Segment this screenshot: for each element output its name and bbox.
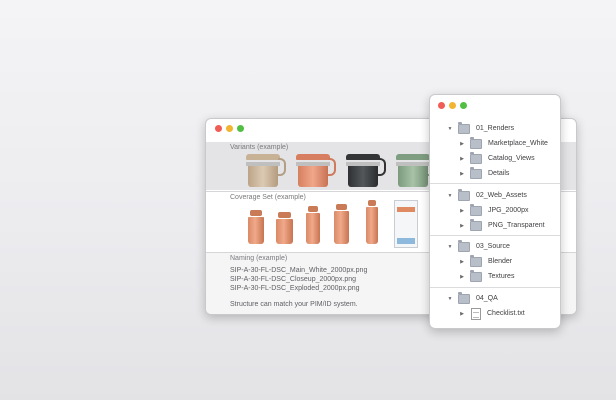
filename-item: SIP-A-30-FL-DSC_Main_White_2000px.png [230, 267, 368, 274]
chevron-right-icon[interactable]: ▶ [458, 156, 466, 162]
folder-icon [470, 166, 482, 179]
chevron-right-icon[interactable]: ▶ [458, 223, 466, 229]
folder-icon [458, 291, 470, 304]
coverage-image-exploded [366, 200, 378, 244]
file-checklist[interactable]: ▶ Checklist.txt [458, 307, 525, 320]
chevron-down-icon[interactable]: ▼ [446, 296, 454, 302]
folder-icon [470, 136, 482, 149]
chevron-down-icon[interactable]: ▼ [446, 193, 454, 199]
folder-label: JPG_2000px [488, 207, 529, 214]
folder-icon [458, 188, 470, 201]
chevron-down-icon[interactable]: ▼ [446, 244, 454, 250]
minimize-button[interactable] [449, 101, 456, 109]
divider [430, 183, 560, 184]
folder-label: Catalog_Views [488, 155, 535, 162]
chevron-right-icon[interactable]: ▶ [458, 141, 466, 147]
coverage-image-back [334, 204, 349, 244]
folder-label: 03_Source [476, 243, 510, 250]
filename-list: SIP-A-30-FL-DSC_Main_White_2000px.png SI… [230, 266, 367, 294]
folder-textures[interactable]: ▶ Textures [458, 269, 515, 282]
folder-01-renders[interactable]: ▼ 01_Renders [446, 121, 515, 134]
folder-icon [470, 203, 482, 216]
maximize-button[interactable] [460, 101, 467, 109]
naming-label: Naming (example) [230, 255, 288, 262]
window-controls [430, 95, 467, 115]
folder-jpg-2000px[interactable]: ▶ JPG_2000px [458, 203, 529, 216]
folder-png-transparent[interactable]: ▶ PNG_Transparent [458, 218, 545, 231]
folder-tree-window: ▼ 01_Renders ▶ Marketplace_White ▶ Catal… [429, 94, 561, 329]
window-controls [206, 119, 244, 137]
text-file-icon [471, 307, 481, 320]
coverage-image-angle [276, 212, 293, 244]
structure-note: Structure can match your PIM/ID system. [230, 301, 358, 308]
folder-catalog-views[interactable]: ▶ Catalog_Views [458, 151, 535, 164]
folder-details[interactable]: ▶ Details [458, 166, 510, 179]
chevron-down-icon[interactable]: ▼ [446, 126, 454, 132]
folder-blender[interactable]: ▶ Blender [458, 254, 513, 267]
chevron-right-icon[interactable]: ▶ [458, 208, 466, 214]
close-button[interactable] [215, 124, 222, 132]
folder-icon [470, 151, 482, 164]
close-button[interactable] [438, 101, 445, 109]
variant-image-black [346, 154, 386, 187]
chevron-right-icon[interactable]: ▶ [458, 274, 466, 280]
maximize-button[interactable] [237, 124, 244, 132]
minimize-button[interactable] [226, 124, 233, 132]
variants-label: Variants (example) [230, 144, 289, 151]
variant-image-sage [396, 154, 436, 187]
coverage-image-packaging [394, 200, 418, 248]
folder-icon [470, 254, 482, 267]
folder-icon [458, 239, 470, 252]
folder-icon [470, 218, 482, 231]
folder-label: 04_QA [476, 295, 498, 302]
coverage-image-front [248, 210, 264, 244]
folder-icon [470, 269, 482, 282]
filename-item: SIP-A-30-FL-DSC_Closeup_2000px.png [230, 276, 357, 284]
coverage-label: Coverage Set (example) [230, 194, 306, 201]
folder-icon [458, 121, 470, 134]
folder-03-source[interactable]: ▼ 03_Source [446, 239, 510, 252]
filename-item: SIP-A-30-FL-DSC_Exploded_2000px.png [230, 285, 360, 293]
folder-label: Details [488, 170, 510, 177]
folder-label: Blender [488, 258, 513, 265]
chevron-right-icon[interactable]: ▶ [458, 171, 466, 177]
variant-image-coral [296, 154, 336, 187]
chevron-right-icon[interactable]: ▶ [458, 311, 466, 317]
folder-label: 01_Renders [476, 125, 515, 132]
chevron-right-icon[interactable]: ▶ [458, 259, 466, 265]
variant-image-beige [246, 154, 286, 187]
divider [430, 287, 560, 288]
folder-label: Textures [488, 273, 515, 280]
divider [430, 235, 560, 236]
folder-label: PNG_Transparent [488, 222, 545, 229]
folder-04-qa[interactable]: ▼ 04_QA [446, 291, 498, 304]
folder-label: Marketplace_White [488, 140, 548, 147]
file-label: Checklist.txt [487, 310, 525, 317]
folder-02-web-assets[interactable]: ▼ 02_Web_Assets [446, 188, 527, 201]
coverage-image-side [306, 206, 320, 244]
folder-label: 02_Web_Assets [476, 192, 527, 199]
folder-marketplace-white[interactable]: ▶ Marketplace_White [458, 136, 548, 149]
